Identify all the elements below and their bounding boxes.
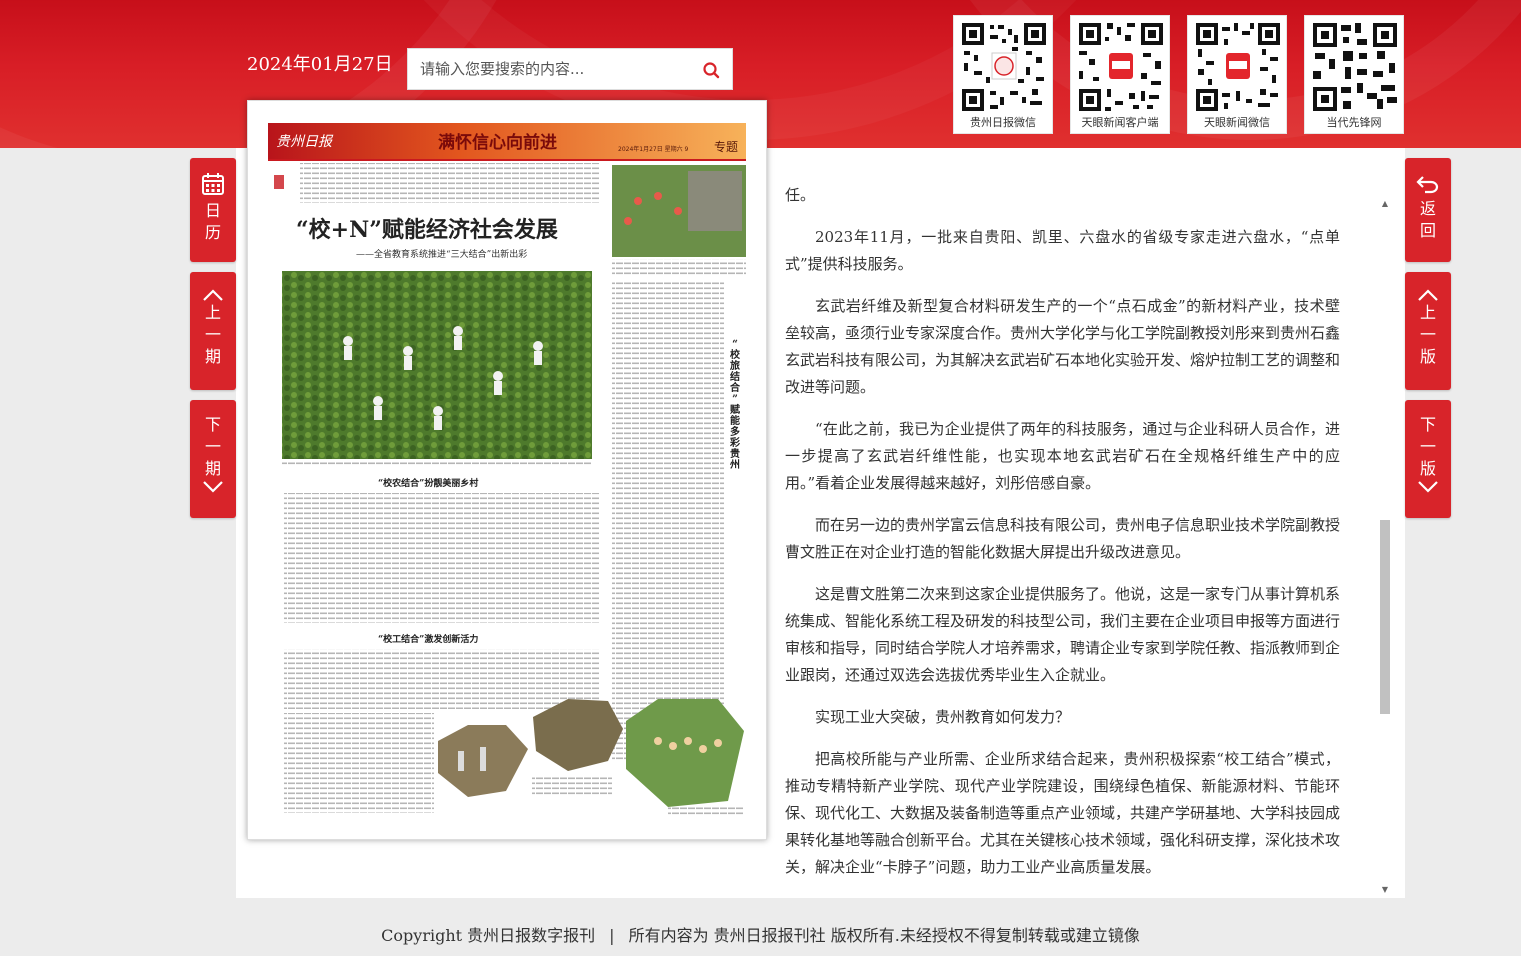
footer-separator: | <box>609 926 615 945</box>
paper-subhead-2: “校工结合”激发创新活力 <box>378 633 478 645</box>
chevron-up-icon <box>1418 289 1438 301</box>
svg-text:“: “ <box>732 339 738 350</box>
paper-page-info: 2024年1月27日 星期六 9 <box>618 145 689 153</box>
return-arrow-icon <box>1416 176 1439 194</box>
back-button[interactable]: 返回 <box>1405 158 1451 262</box>
prev-issue-label: 上一期 <box>204 303 221 366</box>
calendar-button[interactable]: 日历 <box>190 158 236 262</box>
article-paragraph: 这是曹文胜第二次来到这家企业提供服务了。他说，这是一家专门从事计算机系统集成、智… <box>785 585 1340 684</box>
newspaper-page[interactable]: 贵州日报 满怀信心向前进 2024年1月27日 星期六 9 专题 “校+N”赋能… <box>247 100 767 840</box>
article-body: 任。 2023年11月，一批来自贵阳、凯里、六盘水的省级专家走进六盘水，“点单式… <box>785 182 1340 882</box>
next-page-label: 下一版 <box>1419 415 1436 478</box>
paper-section-banner: 满怀信心向前进 <box>438 132 557 153</box>
svg-text:多: 多 <box>730 425 740 438</box>
chevron-up-icon <box>203 289 223 301</box>
qr-label: 天眼新闻客户端 <box>1081 116 1159 129</box>
svg-text:结: 结 <box>730 370 740 383</box>
paper-side-title: “校旅结合”赋能多彩贵州 <box>729 339 741 471</box>
newspaper-page-image[interactable]: 贵州日报 满怀信心向前进 2024年1月27日 星期六 9 专题 “校+N”赋能… <box>248 101 766 839</box>
paper-subhead-1: “校农结合”扮靓美丽乡村 <box>378 477 478 489</box>
svg-text:校: 校 <box>730 348 741 361</box>
chevron-down-icon <box>203 481 223 493</box>
svg-text:彩: 彩 <box>729 436 740 449</box>
svg-text:能: 能 <box>730 414 740 427</box>
qr-label: 天眼新闻微信 <box>1204 116 1270 129</box>
qr-tianyan-app[interactable]: 天眼新闻客户端 <box>1070 15 1170 134</box>
article-paragraph: 而在另一边的贵州学富云信息科技有限公司，贵州电子信息职业技术学院副教授曹文胜正在… <box>785 516 1340 561</box>
qr-code-icon <box>1077 21 1165 113</box>
paper-section: 专题 <box>714 139 738 154</box>
article-paragraph: 2023年11月，一批来自贵阳、凯里、六盘水的省级专家走进六盘水，“点单式”提供… <box>785 228 1340 273</box>
footer: Copyright 贵州日报数字报刊 | 所有内容为 贵州日报报刊社 版权所有.未经… <box>0 922 1521 946</box>
svg-text:贵: 贵 <box>730 447 740 460</box>
footer-rights: 所有内容为 贵州日报报刊社 版权所有.未经授权不得复制转载或建立镜像 <box>628 926 1140 945</box>
article-paragraph: 把高校所能与产业所需、企业所求结合起来，贵州积极探索“校工结合”模式，推动专精特… <box>785 750 1340 876</box>
qr-dangdai-xianfeng[interactable]: 当代先锋网 <box>1304 15 1404 134</box>
qr-code-icon <box>1194 21 1282 113</box>
scrollbar-thumb[interactable] <box>1380 520 1390 714</box>
prev-page-label: 上一版 <box>1419 303 1436 366</box>
qr-code-icon <box>960 21 1048 113</box>
qr-label: 贵州日报微信 <box>970 116 1036 129</box>
svg-text:”: ” <box>732 394 738 405</box>
svg-text:旅: 旅 <box>730 359 740 372</box>
next-page-button[interactable]: 下一版 <box>1405 400 1451 518</box>
article-paragraph: “在此之前，我已为企业提供了两年的科技服务，通过与企业科研人员合作，进一步提高了… <box>785 420 1340 492</box>
qr-tianyan-wechat[interactable]: 天眼新闻微信 <box>1187 15 1287 134</box>
qr-code-icon <box>1311 21 1399 113</box>
issue-date: 2024年01月27日 <box>247 54 393 75</box>
calendar-icon <box>202 173 224 195</box>
back-label: 返回 <box>1419 199 1436 240</box>
footer-copyright: Copyright 贵州日报数字报刊 <box>381 926 596 945</box>
search-input[interactable] <box>408 49 688 89</box>
chevron-down-icon <box>1418 481 1438 493</box>
svg-text:赋: 赋 <box>730 403 740 416</box>
scroll-down-arrow-icon[interactable]: ▼ <box>1379 884 1391 896</box>
scroll-up-arrow-icon[interactable]: ▲ <box>1379 198 1391 210</box>
search-icon <box>703 62 720 79</box>
svg-text:合: 合 <box>729 381 741 394</box>
search-button[interactable] <box>698 57 724 83</box>
qr-guizhou-daily-wechat[interactable]: 贵州日报微信 <box>953 15 1053 134</box>
search-box <box>407 48 733 90</box>
prev-issue-button[interactable]: 上一期 <box>190 272 236 390</box>
prev-page-button[interactable]: 上一版 <box>1405 272 1451 390</box>
paper-headline: “校+N”赋能经济社会发展 <box>296 217 558 243</box>
svg-text:州: 州 <box>729 459 740 471</box>
next-issue-button[interactable]: 下一期 <box>190 400 236 518</box>
paper-subheadline: ——全省教育系统推进“三大结合”出新出彩 <box>356 248 527 260</box>
article-scrollbar[interactable]: ▲ ▼ <box>1379 198 1391 896</box>
qr-label: 当代先锋网 <box>1326 116 1382 129</box>
article-paragraph: 任。 <box>785 186 816 204</box>
next-issue-label: 下一期 <box>204 415 221 478</box>
calendar-label: 日历 <box>204 201 221 242</box>
paper-masthead: 贵州日报 <box>276 134 334 150</box>
article-paragraph: 玄武岩纤维及新型复合材料研发生产的一个“点石成金”的新材料产业，技术壁垒较高，亟… <box>785 297 1340 396</box>
article-paragraph: 实现工业大突破，贵州教育如何发力？ <box>815 708 1071 726</box>
